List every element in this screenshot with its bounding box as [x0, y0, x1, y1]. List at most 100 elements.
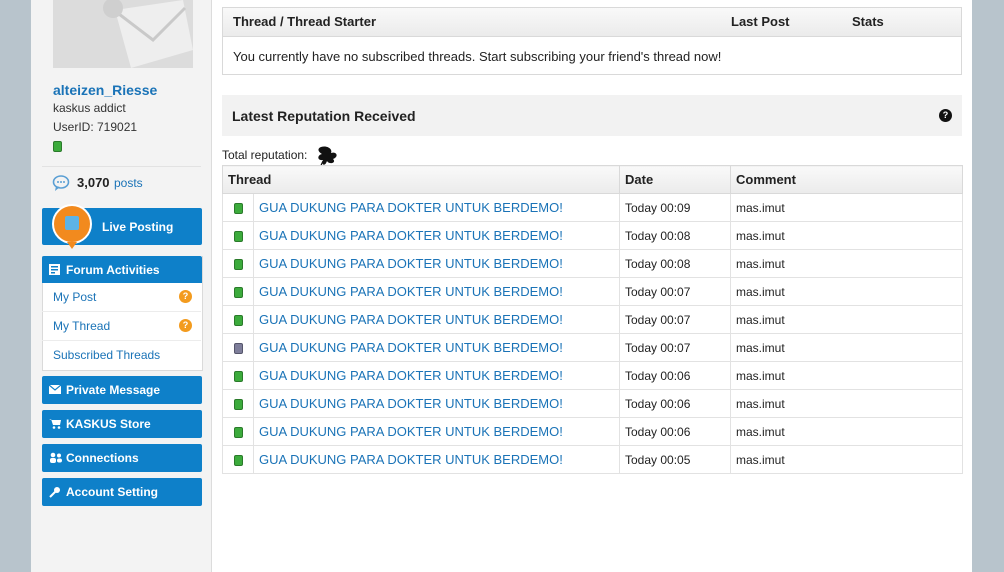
reputation-status-icon — [234, 314, 243, 326]
question-badge-icon[interactable]: ? — [179, 319, 192, 332]
table-row: GUA DUKUNG PARA DOKTER UNTUK BERDEMO! Tod… — [222, 333, 963, 362]
sidebar-item-label: Subscribed Threads — [53, 348, 161, 362]
status-cell — [222, 417, 254, 446]
thread-cell: GUA DUKUNG PARA DOKTER UNTUK BERDEMO! — [253, 193, 620, 222]
date-cell: Today 00:06 — [619, 417, 731, 446]
account-setting-button[interactable]: Account Setting — [42, 478, 202, 506]
comment-cell: mas.imut — [730, 389, 963, 418]
empty-message: You currently have no subscribed threads… — [233, 49, 722, 64]
list-icon — [49, 264, 60, 278]
subscribed-threads-box: Thread / Thread Starter Last Post Stats … — [222, 7, 962, 75]
reputation-status-icon — [234, 258, 243, 270]
forum-activities-label: Forum Activities — [66, 263, 160, 277]
thread-cell: GUA DUKUNG PARA DOKTER UNTUK BERDEMO! — [253, 445, 620, 474]
col-thread[interactable]: Thread — [222, 165, 620, 194]
wrench-icon — [49, 486, 61, 501]
comment-cell: mas.imut — [730, 305, 963, 334]
avatar[interactable] — [53, 0, 193, 68]
thread-link[interactable]: GUA DUKUNG PARA DOKTER UNTUK BERDEMO! — [259, 200, 563, 215]
col-thread-starter[interactable]: Thread / Thread Starter — [233, 14, 376, 29]
cart-icon — [49, 418, 61, 432]
comment-cell: mas.imut — [730, 333, 963, 362]
thread-link[interactable]: GUA DUKUNG PARA DOKTER UNTUK BERDEMO! — [259, 284, 563, 299]
status-cell — [222, 221, 254, 250]
col-last-post[interactable]: Last Post — [731, 14, 790, 29]
reputation-table: Thread Date Comment GUA DUKUNG PARA DOKT… — [222, 165, 963, 474]
kaskus-store-button[interactable]: KASKUS Store — [42, 410, 202, 438]
people-icon — [49, 452, 62, 466]
status-cell — [222, 333, 254, 362]
thread-link[interactable]: GUA DUKUNG PARA DOKTER UNTUK BERDEMO! — [259, 228, 563, 243]
thread-cell: GUA DUKUNG PARA DOKTER UNTUK BERDEMO! — [253, 249, 620, 278]
status-cell — [222, 277, 254, 306]
sidebar-item-subscribed-threads[interactable]: Subscribed Threads — [42, 341, 201, 369]
status-cell — [222, 305, 254, 334]
username[interactable]: alteizen_Riesse — [53, 82, 157, 98]
connections-label: Connections — [66, 451, 139, 465]
table-row: GUA DUKUNG PARA DOKTER UNTUK BERDEMO! Tod… — [222, 221, 963, 250]
col-comment[interactable]: Comment — [730, 165, 963, 194]
thread-link[interactable]: GUA DUKUNG PARA DOKTER UNTUK BERDEMO! — [259, 424, 563, 439]
col-date[interactable]: Date — [619, 165, 731, 194]
reputation-status-icon — [234, 230, 243, 242]
status-cell — [222, 445, 254, 474]
date-cell: Today 00:07 — [619, 333, 731, 362]
thread-cell: GUA DUKUNG PARA DOKTER UNTUK BERDEMO! — [253, 221, 620, 250]
thread-link[interactable]: GUA DUKUNG PARA DOKTER UNTUK BERDEMO! — [259, 452, 563, 467]
status-cell — [222, 361, 254, 390]
comment-cell: mas.imut — [730, 193, 963, 222]
comment-cell: mas.imut — [730, 249, 963, 278]
post-count[interactable]: 3,070 posts — [42, 166, 201, 197]
table-row: GUA DUKUNG PARA DOKTER UNTUK BERDEMO! Tod… — [222, 389, 963, 418]
thread-link[interactable]: GUA DUKUNG PARA DOKTER UNTUK BERDEMO! — [259, 312, 563, 327]
table-row: GUA DUKUNG PARA DOKTER UNTUK BERDEMO! Tod… — [222, 277, 963, 306]
date-cell: Today 00:06 — [619, 361, 731, 390]
post-count-label[interactable]: posts — [114, 176, 143, 190]
status-cell — [222, 389, 254, 418]
speech-bubble-icon — [52, 175, 70, 194]
envelope-icon — [48, 384, 62, 398]
sidebar-item-my-thread[interactable]: My Thread ? — [42, 312, 201, 341]
reputation-status-icon — [234, 286, 243, 298]
table-row: GUA DUKUNG PARA DOKTER UNTUK BERDEMO! Tod… — [222, 249, 963, 278]
date-cell: Today 00:05 — [619, 445, 731, 474]
sidebar-item-label: My Post — [53, 290, 97, 304]
online-status-icon — [53, 141, 62, 152]
date-cell: Today 00:07 — [619, 305, 731, 334]
forum-activities-header[interactable]: Forum Activities — [42, 256, 202, 283]
default-avatar-icon — [53, 0, 193, 68]
sidebar-item-label: My Thread — [53, 319, 111, 333]
comment-cell: mas.imut — [730, 417, 963, 446]
date-cell: Today 00:06 — [619, 389, 731, 418]
reputation-table-header: Thread Date Comment — [222, 165, 963, 194]
private-message-label: Private Message — [66, 383, 161, 397]
thread-link[interactable]: GUA DUKUNG PARA DOKTER UNTUK BERDEMO! — [259, 368, 563, 383]
table-row: GUA DUKUNG PARA DOKTER UNTUK BERDEMO! Tod… — [222, 417, 963, 446]
live-posting-button[interactable]: Live Posting — [42, 204, 202, 249]
reputation-status-icon — [234, 342, 243, 354]
private-message-button[interactable]: Private Message — [42, 376, 202, 404]
thread-link[interactable]: GUA DUKUNG PARA DOKTER UNTUK BERDEMO! — [259, 396, 563, 411]
sidebar-item-my-post[interactable]: My Post ? — [42, 283, 201, 312]
reputation-status-icon — [234, 202, 243, 214]
comment-cell: mas.imut — [730, 445, 963, 474]
date-cell: Today 00:09 — [619, 193, 731, 222]
thread-link[interactable]: GUA DUKUNG PARA DOKTER UNTUK BERDEMO! — [259, 256, 563, 271]
thread-cell: GUA DUKUNG PARA DOKTER UNTUK BERDEMO! — [253, 389, 620, 418]
col-stats[interactable]: Stats — [852, 14, 884, 29]
connections-button[interactable]: Connections — [42, 444, 202, 472]
table-row: GUA DUKUNG PARA DOKTER UNTUK BERDEMO! Tod… — [222, 361, 963, 390]
page: alteizen_Riesse kaskus addict UserID: 71… — [31, 0, 972, 572]
thread-cell: GUA DUKUNG PARA DOKTER UNTUK BERDEMO! — [253, 361, 620, 390]
reputation-title: Latest Reputation Received — [232, 108, 416, 124]
reputation-header: Latest Reputation Received ? — [222, 95, 962, 136]
help-icon[interactable]: ? — [939, 109, 952, 122]
table-row: GUA DUKUNG PARA DOKTER UNTUK BERDEMO! Tod… — [222, 193, 963, 222]
thread-cell: GUA DUKUNG PARA DOKTER UNTUK BERDEMO! — [253, 417, 620, 446]
thread-cell: GUA DUKUNG PARA DOKTER UNTUK BERDEMO! — [253, 305, 620, 334]
reputation-status-icon — [234, 398, 243, 410]
question-badge-icon[interactable]: ? — [179, 290, 192, 303]
thread-cell: GUA DUKUNG PARA DOKTER UNTUK BERDEMO! — [253, 333, 620, 362]
reputation-status-icon — [234, 370, 243, 382]
thread-link[interactable]: GUA DUKUNG PARA DOKTER UNTUK BERDEMO! — [259, 340, 563, 355]
